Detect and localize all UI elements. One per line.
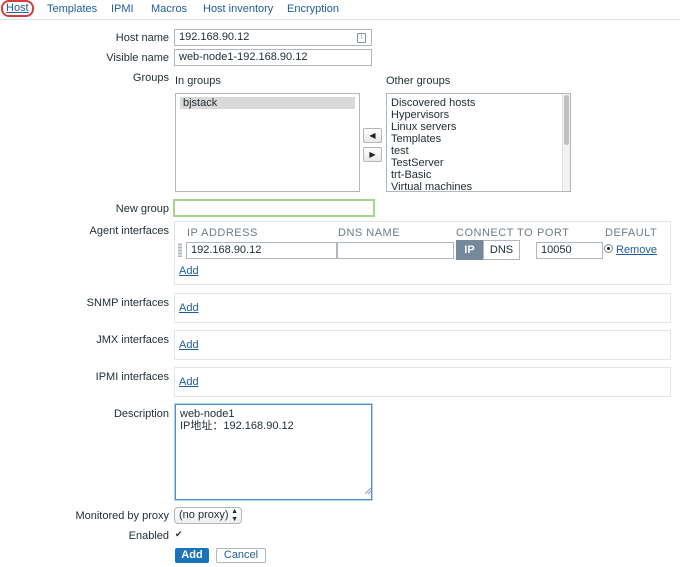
visible-name-value: web-node1-192.168.90.12 [179, 51, 308, 63]
description-label: Description [113, 408, 169, 420]
in-groups-label: In groups [175, 75, 221, 87]
tab-templates[interactable]: Templates [47, 2, 97, 16]
list-item[interactable]: TestServer [388, 157, 560, 169]
list-item[interactable]: Templates [388, 133, 560, 145]
host-name-label: Host name [115, 32, 169, 44]
resize-handle-icon[interactable] [365, 488, 371, 494]
jmx-interfaces-box [174, 330, 671, 360]
groups-label: Groups [132, 72, 169, 84]
list-item[interactable]: Hypervisors [388, 109, 560, 121]
drag-handle-icon[interactable] [178, 243, 182, 257]
col-default: DEFAULT [605, 227, 658, 239]
list-item[interactable]: Discovered hosts [388, 97, 560, 109]
tab-ipmi[interactable]: IPMI [111, 2, 134, 16]
enabled-checkbox[interactable]: ✔ [175, 530, 184, 539]
host-name-value: 192.168.90.12 [179, 31, 250, 43]
cancel-button[interactable]: Cancel [216, 548, 266, 563]
ipmi-interfaces-box [174, 367, 671, 397]
enabled-label: Enabled [128, 530, 169, 542]
tab-divider [0, 19, 680, 20]
new-group-label: New group [115, 203, 169, 215]
agent-add-link[interactable]: Add [179, 265, 199, 277]
snmp-interfaces-label: SNMP interfaces [86, 297, 169, 309]
proxy-select[interactable]: (no proxy) ▲ ▼ [174, 507, 242, 524]
col-port: PORT [537, 227, 570, 239]
connect-dns-button[interactable]: DNS [483, 240, 520, 260]
scrollbar-thumb[interactable] [564, 95, 569, 145]
scrollbar[interactable] [562, 94, 570, 191]
agent-port-value: 10050 [541, 244, 572, 256]
col-dns-name: DNS NAME [338, 227, 401, 239]
description-value: web-node1 IP地址：192.168.90.12 [180, 408, 294, 432]
proxy-select-value: (no proxy) [179, 509, 229, 521]
move-right-button[interactable]: ▶ [363, 147, 382, 162]
autofill-icon[interactable]: ⁞ [357, 33, 366, 43]
move-left-button[interactable]: ◀ [363, 128, 382, 143]
visible-name-input[interactable]: web-node1-192.168.90.12 [174, 49, 372, 66]
col-ip-address: IP ADDRESS [187, 227, 258, 239]
jmx-add-link[interactable]: Add [179, 339, 199, 351]
list-item[interactable]: Linux servers [388, 121, 560, 133]
add-button[interactable]: Add [175, 548, 209, 563]
default-radio[interactable] [604, 244, 613, 253]
description-textarea[interactable]: web-node1 IP地址：192.168.90.12 [175, 404, 372, 500]
in-groups-list[interactable]: bjstack [175, 93, 360, 192]
ipmi-add-link[interactable]: Add [179, 376, 199, 388]
host-name-input[interactable]: 192.168.90.12 [174, 29, 372, 46]
visible-name-label: Visible name [106, 52, 169, 64]
list-item[interactable]: Virtual machines [388, 181, 560, 191]
agent-dns-input[interactable] [337, 242, 454, 259]
select-arrows-icon: ▲ ▼ [231, 508, 238, 523]
jmx-interfaces-label: JMX interfaces [96, 334, 169, 346]
list-item[interactable]: test [388, 145, 560, 157]
snmp-interfaces-box [174, 293, 671, 323]
other-groups-list[interactable]: Discovered hosts Hypervisors Linux serve… [386, 93, 571, 192]
new-group-input[interactable] [173, 199, 375, 217]
tab-encryption[interactable]: Encryption [287, 2, 339, 16]
tab-host[interactable]: Host [1, 0, 34, 17]
other-groups-label: Other groups [386, 75, 451, 87]
list-item[interactable]: trt-Basic [388, 169, 560, 181]
snmp-add-link[interactable]: Add [179, 302, 199, 314]
col-connect-to: CONNECT TO [456, 227, 534, 239]
tab-host-inventory[interactable]: Host inventory [203, 2, 273, 16]
agent-ip-value: 192.168.90.12 [191, 244, 262, 256]
tab-macros[interactable]: Macros [151, 2, 187, 16]
ipmi-interfaces-label: IPMI interfaces [95, 371, 169, 383]
remove-link[interactable]: Remove [616, 244, 657, 256]
list-item[interactable]: bjstack [180, 97, 355, 109]
agent-interfaces-label: Agent interfaces [89, 225, 170, 237]
agent-port-input[interactable]: 10050 [536, 242, 603, 259]
connect-ip-button[interactable]: IP [456, 240, 483, 260]
monitored-by-proxy-label: Monitored by proxy [75, 510, 169, 522]
agent-ip-input[interactable]: 192.168.90.12 [186, 242, 337, 259]
